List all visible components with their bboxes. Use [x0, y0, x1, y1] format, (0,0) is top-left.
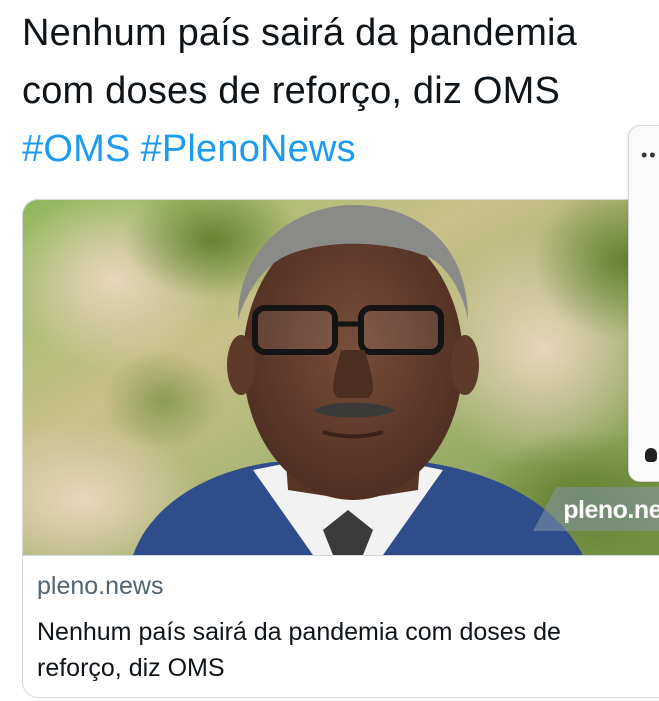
- card-domain: pleno.news: [37, 572, 164, 600]
- more-dots-icon[interactable]: ••: [641, 146, 658, 164]
- card-footer[interactable]: pleno.news Nenhum país sairá da pandemia…: [23, 555, 659, 697]
- card-title-line: Nenhum país sairá da pandemia com doses …: [37, 618, 561, 646]
- card-image[interactable]: pleno.new: [23, 200, 659, 555]
- card-title-line: reforço, diz OMS: [37, 654, 225, 682]
- tweet-text-line: com doses de reforço, diz OMS: [22, 70, 561, 112]
- overlay-icon: [645, 448, 657, 462]
- hashtag-link-plenonews[interactable]: #PlenoNews: [141, 128, 356, 170]
- card-title: Nenhum país sairá da pandemia com doses …: [37, 614, 659, 686]
- hashtag-list: #OMS #PlenoNews: [22, 120, 659, 178]
- side-overlay-panel[interactable]: ••: [628, 125, 659, 482]
- hashtag-link-oms[interactable]: #OMS: [22, 128, 131, 170]
- tweet-text-line: Nenhum país sairá da pandemia: [22, 12, 578, 54]
- tweet-text: Nenhum país sairá da pandemia com doses …: [22, 4, 659, 178]
- watermark-logo: pleno.new: [563, 496, 659, 524]
- link-preview-card[interactable]: pleno.new pleno.news Nenhum país sairá d…: [22, 199, 659, 698]
